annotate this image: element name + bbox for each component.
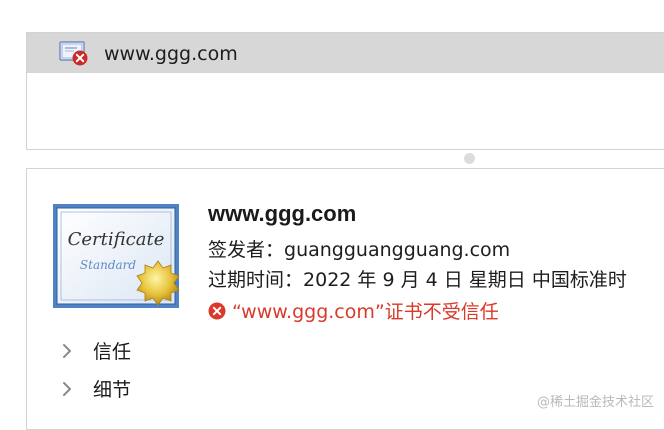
certificate-title: www.ggg.com: [208, 201, 357, 226]
certificate-art-subtitle: Standard: [80, 258, 136, 272]
error-circle-icon: [208, 302, 226, 320]
details-disclosure-label: 细节: [93, 379, 132, 401]
chevron-right-icon: [59, 380, 75, 396]
certificate-list: www.ggg.com: [26, 32, 664, 150]
chevron-right-icon: [59, 342, 75, 358]
details-disclosure[interactable]: 细节: [59, 375, 131, 402]
expiry-value: 2022 年 9 月 4 日 星期日 中国标准时: [303, 269, 627, 291]
issuer-value: guangguangguang.com: [284, 239, 511, 261]
issuer-row: 签发者：guangguangguang.com: [208, 235, 510, 262]
expiry-label: 过期时间：: [208, 269, 304, 291]
trust-disclosure[interactable]: 信任: [59, 337, 131, 364]
watermark: @稀土掘金技术社区: [536, 395, 654, 410]
certificate-error-icon: [59, 41, 91, 67]
trust-disclosure-label: 信任: [93, 341, 132, 363]
trust-status: “www.ggg.com”证书不受信任: [208, 297, 499, 324]
certificate-image: Certificate Standard: [52, 203, 180, 309]
split-view-handle[interactable]: [464, 153, 475, 164]
certificate-list-item-label: www.ggg.com: [104, 43, 238, 65]
certificate-art-title: Certificate: [68, 229, 165, 250]
issuer-label: 签发者：: [208, 239, 285, 261]
certificate-list-item[interactable]: www.ggg.com: [27, 33, 664, 73]
expiry-row: 过期时间：2022 年 9 月 4 日 星期日 中国标准时: [208, 265, 627, 292]
trust-status-text: “www.ggg.com”证书不受信任: [232, 301, 499, 323]
